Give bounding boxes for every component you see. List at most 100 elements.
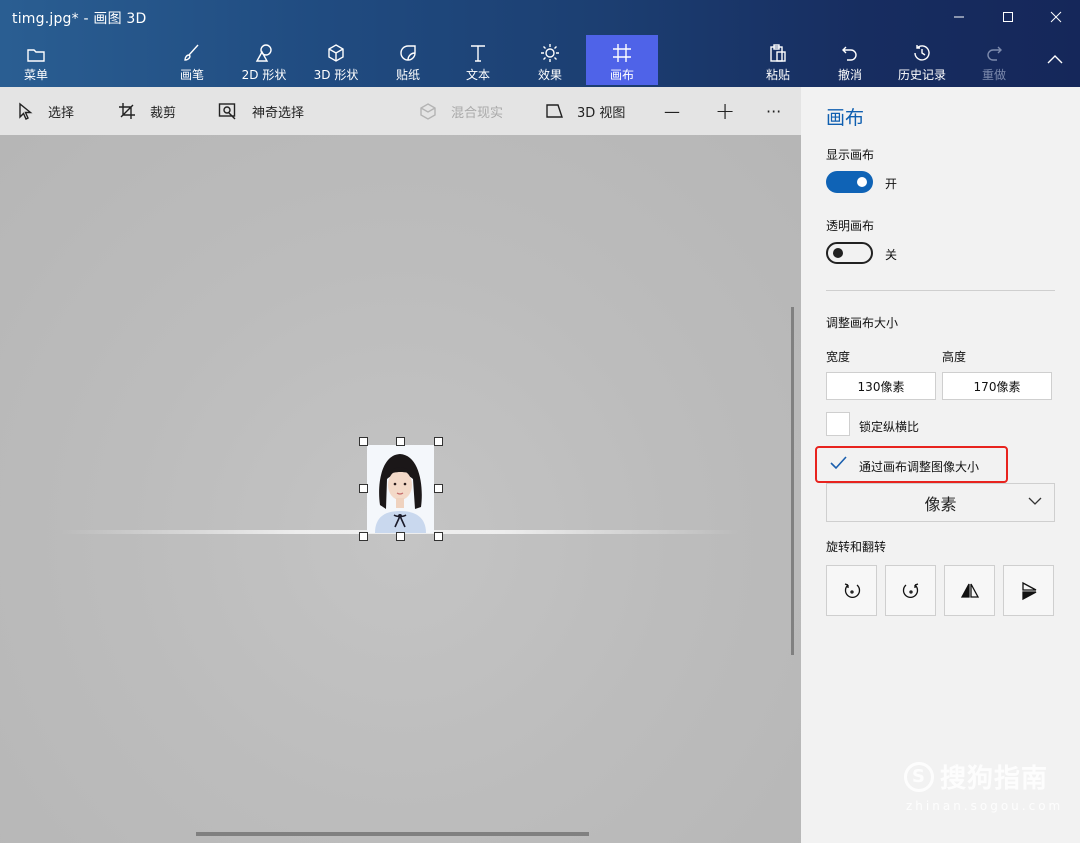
width-input[interactable]: 130像素 bbox=[826, 372, 936, 400]
tab-text-label: 文本 bbox=[465, 68, 490, 82]
height-label: 高度 bbox=[942, 350, 967, 364]
undo-label: 撤消 bbox=[837, 68, 862, 82]
portrait-image bbox=[367, 445, 434, 533]
resize-handle-top[interactable] bbox=[396, 437, 405, 446]
close-icon bbox=[1050, 11, 1062, 23]
history-label: 历史记录 bbox=[897, 68, 946, 82]
folder-icon bbox=[27, 49, 45, 62]
workspace[interactable] bbox=[0, 135, 801, 843]
lock-aspect-label: 锁定纵横比 bbox=[859, 420, 920, 434]
toggle-knob bbox=[833, 248, 843, 258]
width-label: 宽度 bbox=[826, 350, 851, 364]
transparent-canvas-toggle[interactable] bbox=[826, 242, 873, 264]
unit-dropdown[interactable]: 像素 bbox=[826, 483, 1055, 522]
zoom-out-button[interactable]: — bbox=[664, 87, 680, 135]
magic-select-icon bbox=[218, 103, 236, 120]
mixed-reality-icon bbox=[420, 103, 436, 120]
horizontal-scrollbar[interactable] bbox=[196, 832, 589, 836]
text-icon bbox=[471, 45, 485, 62]
resize-handle-top-left[interactable] bbox=[359, 437, 368, 446]
tab-brushes[interactable]: 画笔 bbox=[166, 35, 218, 85]
rotate-left-icon bbox=[844, 582, 860, 598]
zoom-in-button[interactable]: + bbox=[715, 87, 735, 135]
tab-canvas-label: 画布 bbox=[609, 68, 634, 82]
tab-3d-shapes-label: 3D 形状 bbox=[313, 68, 359, 82]
sogou-watermark: S 搜狗指南 zhinan.sogou.com bbox=[904, 758, 1063, 813]
rotate-right-icon bbox=[902, 582, 918, 598]
resize-handle-left[interactable] bbox=[359, 484, 368, 493]
flip-horizontal-button[interactable] bbox=[944, 565, 995, 616]
cursor-arrow-icon bbox=[19, 102, 33, 120]
paste-label: 粘贴 bbox=[765, 68, 790, 82]
flip-vertical-icon bbox=[1021, 581, 1036, 600]
brush-icon bbox=[184, 44, 199, 61]
redo-label: 重做 bbox=[981, 68, 1006, 82]
3d-view-button[interactable]: 3D 视图 bbox=[545, 87, 625, 135]
magic-select-tool[interactable]: 神奇选择 bbox=[218, 87, 304, 135]
watermark-url: zhinan.sogou.com bbox=[906, 799, 1064, 813]
tab-canvas[interactable]: 画布 bbox=[586, 35, 658, 85]
more-icon: ··· bbox=[766, 101, 782, 121]
resize-image-label: 通过画布调整图像大小 bbox=[859, 460, 980, 474]
paste-icon bbox=[770, 44, 786, 62]
select-tool[interactable]: 选择 bbox=[18, 87, 74, 135]
maximize-button[interactable] bbox=[983, 0, 1033, 34]
title-and-ribbon: timg.jpg* - 画图 3D 菜单 画笔 2D 形状 3D 形状 贴纸 文… bbox=[0, 0, 1080, 87]
zoom-in-icon: + bbox=[715, 97, 736, 125]
undo-button[interactable]: 撤消 bbox=[826, 35, 874, 85]
vertical-scrollbar[interactable] bbox=[791, 307, 794, 655]
lock-aspect-checkbox[interactable] bbox=[826, 412, 850, 436]
panel-title: 画布 bbox=[826, 107, 865, 129]
resize-canvas-label: 调整画布大小 bbox=[826, 316, 899, 330]
resize-image-checkbox[interactable] bbox=[826, 451, 850, 475]
tab-2d-shapes[interactable]: 2D 形状 bbox=[232, 35, 296, 85]
tab-effects-label: 效果 bbox=[537, 68, 562, 82]
mixed-reality-button[interactable]: 混合现实 bbox=[419, 87, 503, 135]
cube-icon bbox=[328, 44, 344, 62]
undo-icon bbox=[842, 46, 857, 61]
redo-button[interactable]: 重做 bbox=[970, 35, 1018, 85]
tool-bar: 选择 裁剪 神奇选择 混合现实 3D 视图 — + ··· bbox=[0, 87, 801, 135]
canvas-photo[interactable] bbox=[367, 445, 434, 533]
resize-handle-bottom[interactable] bbox=[396, 532, 405, 541]
close-button[interactable] bbox=[1031, 0, 1080, 34]
minimize-button[interactable] bbox=[934, 0, 984, 34]
tab-3d-shapes[interactable]: 3D 形状 bbox=[304, 35, 368, 85]
magic-select-label: 神奇选择 bbox=[252, 105, 305, 121]
tab-text[interactable]: 文本 bbox=[452, 35, 504, 85]
canvas-grid-icon bbox=[613, 44, 631, 62]
2d-shapes-icon bbox=[255, 44, 272, 62]
paste-button[interactable]: 粘贴 bbox=[754, 35, 802, 85]
collapse-ribbon-button[interactable] bbox=[1030, 44, 1080, 74]
sun-icon bbox=[541, 44, 559, 62]
flip-vertical-button[interactable] bbox=[1003, 565, 1054, 616]
resize-handle-bottom-right[interactable] bbox=[434, 532, 443, 541]
tab-stickers-label: 贴纸 bbox=[395, 68, 420, 82]
3d-view-icon bbox=[546, 104, 563, 118]
menu-label: 菜单 bbox=[23, 68, 48, 82]
rotate-right-button[interactable] bbox=[885, 565, 936, 616]
resize-handle-right[interactable] bbox=[434, 484, 443, 493]
tab-stickers[interactable]: 贴纸 bbox=[382, 35, 434, 85]
show-canvas-state: 开 bbox=[885, 177, 898, 191]
crop-label: 裁剪 bbox=[150, 105, 177, 121]
tab-brushes-label: 画笔 bbox=[179, 68, 204, 82]
redo-icon bbox=[987, 46, 1002, 61]
menu-button[interactable]: 菜单 bbox=[8, 35, 64, 85]
crop-icon bbox=[119, 103, 135, 119]
tab-effects[interactable]: 效果 bbox=[524, 35, 576, 85]
transparent-canvas-state: 关 bbox=[885, 248, 898, 262]
select-label: 选择 bbox=[48, 105, 75, 121]
more-options-button[interactable]: ··· bbox=[766, 87, 781, 135]
resize-handle-bottom-left[interactable] bbox=[359, 532, 368, 541]
crop-tool[interactable]: 裁剪 bbox=[118, 87, 176, 135]
history-button[interactable]: 历史记录 bbox=[890, 35, 954, 85]
checkmark-icon bbox=[830, 456, 847, 470]
show-canvas-toggle[interactable] bbox=[826, 171, 873, 193]
canvas-settings-panel: 画布 显示画布 开 透明画布 关 调整画布大小 宽度 高度 130像素 170像… bbox=[801, 87, 1080, 843]
height-input[interactable]: 170像素 bbox=[942, 372, 1052, 400]
resize-handle-top-right[interactable] bbox=[434, 437, 443, 446]
unit-dropdown-value: 像素 bbox=[924, 494, 957, 514]
divider bbox=[826, 290, 1055, 291]
rotate-left-button[interactable] bbox=[826, 565, 877, 616]
